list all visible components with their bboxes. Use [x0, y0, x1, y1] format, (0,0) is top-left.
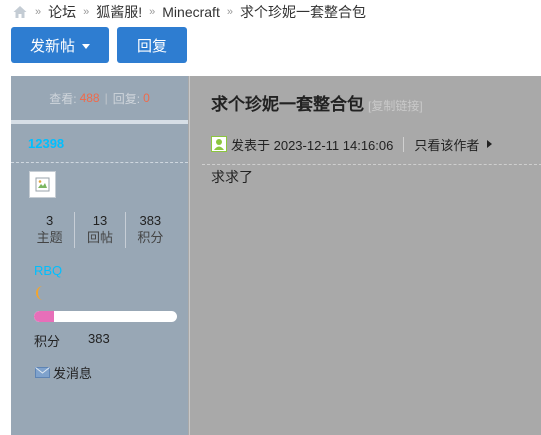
- post-body: 求求了: [211, 169, 253, 185]
- home-icon[interactable]: [12, 4, 28, 20]
- breadcrumb-separator: »: [35, 6, 42, 18]
- stat-points[interactable]: 383 积分: [124, 212, 175, 248]
- post-meta: 发表于 2023-12-11 14:16:06 只看该作者: [211, 133, 541, 155]
- new-post-button[interactable]: 发新帖: [11, 27, 109, 63]
- chevron-right-icon: [487, 140, 493, 148]
- stat-replies[interactable]: 13 回帖: [74, 212, 124, 248]
- level-progress-bar: [34, 311, 177, 322]
- reply-label: 回复: [136, 37, 167, 55]
- post-container: 查看: 488 | 回复: 0 12398 3 主题 13 回帖 383 积分 …: [11, 76, 541, 435]
- points-value: 383: [88, 331, 110, 346]
- stat-points-value: 383: [139, 213, 162, 228]
- copy-link[interactable]: [复制链接]: [368, 97, 423, 114]
- stat-topics-label: 主题: [36, 230, 63, 245]
- views-count: 488: [79, 91, 100, 105]
- breadcrumb-separator: »: [83, 6, 90, 18]
- thread-title-row: 求个珍妮一套整合包 [复制链接]: [211, 90, 423, 115]
- post-content: 求个珍妮一套整合包 [复制链接] 发表于 2023-12-11 14:16:06…: [189, 76, 541, 435]
- breadcrumb-item-minecraft[interactable]: Minecraft: [162, 4, 220, 20]
- replies-label: 回复:: [112, 91, 141, 106]
- breadcrumb: » 论坛 » 狐酱服! » Minecraft » 求个珍妮一套整合包: [12, 2, 366, 22]
- breadcrumb-item-forum[interactable]: 论坛: [48, 2, 76, 22]
- reply-button[interactable]: 回复: [117, 27, 187, 63]
- new-post-label: 发新帖: [29, 37, 75, 55]
- points-label: 积分: [34, 334, 61, 349]
- post-date: 发表于 2023-12-11 14:16:06: [231, 137, 394, 153]
- stat-topics-value: 3: [46, 213, 54, 228]
- replies-count: 0: [143, 91, 150, 105]
- only-author-link[interactable]: 只看该作者: [414, 135, 479, 154]
- breadcrumb-item-server[interactable]: 狐酱服!: [96, 2, 142, 22]
- author-sidebar: 查看: 488 | 回复: 0 12398 3 主题 13 回帖 383 积分 …: [11, 76, 188, 435]
- stat-replies-label: 回帖: [86, 230, 113, 245]
- thread-title: 求个珍妮一套整合包: [211, 95, 364, 114]
- author-name-row: 12398: [11, 124, 188, 163]
- stat-replies-value: 13: [92, 213, 108, 228]
- mail-icon: [35, 367, 50, 378]
- views-label: 查看:: [49, 91, 77, 106]
- chevron-down-icon: [82, 43, 90, 49]
- meta-divider: [403, 136, 405, 152]
- thread-stats: 查看: 488 | 回复: 0: [11, 76, 188, 124]
- moon-icon: [36, 286, 43, 300]
- stat-topics[interactable]: 3 主题: [25, 212, 74, 248]
- divider: [202, 164, 541, 165]
- stats-divider: |: [104, 91, 108, 105]
- send-message-label: 发消息: [53, 366, 93, 381]
- send-message-link[interactable]: 发消息: [35, 363, 92, 382]
- breadcrumb-item-thread[interactable]: 求个珍妮一套整合包: [240, 2, 366, 22]
- user-online-icon: [211, 136, 227, 152]
- points-row: 积分 383: [34, 331, 110, 350]
- author-stats: 3 主题 13 回帖 383 积分: [25, 212, 175, 248]
- author-name[interactable]: 12398: [28, 136, 64, 151]
- level-progress-fill: [34, 311, 55, 322]
- breadcrumb-separator: »: [149, 6, 156, 18]
- user-group[interactable]: RBQ: [34, 263, 62, 278]
- breadcrumb-separator: »: [226, 6, 233, 18]
- stat-points-label: 积分: [137, 230, 164, 245]
- avatar[interactable]: [29, 171, 56, 198]
- broken-image-icon: [35, 177, 50, 192]
